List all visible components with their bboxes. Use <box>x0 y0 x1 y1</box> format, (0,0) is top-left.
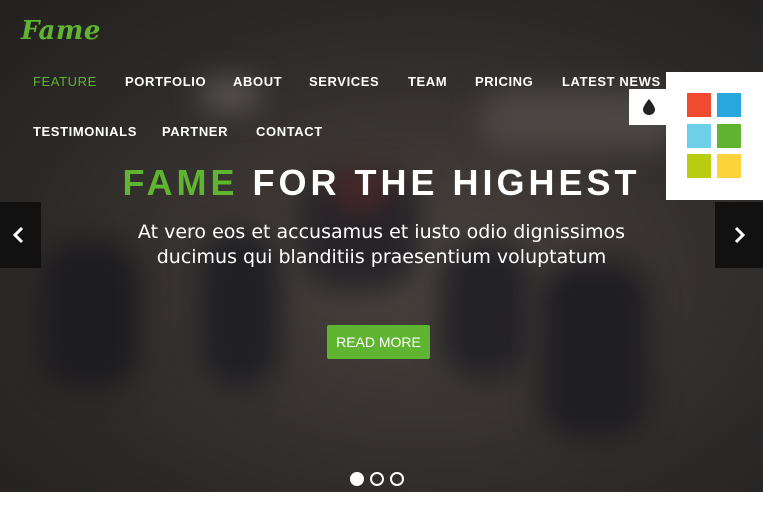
nav-item-team[interactable]: TEAM <box>408 74 447 89</box>
chevron-left-icon <box>12 226 24 244</box>
hero-subtitle-line: At vero eos et accusamus et iusto odio d… <box>137 221 626 243</box>
hero-slider: Fame FEATURE PORTFOLIO ABOUT SERVICES TE… <box>0 0 763 492</box>
read-more-button[interactable]: READ MORE <box>327 325 430 359</box>
slide-dot[interactable] <box>350 472 364 486</box>
color-swatch-green[interactable] <box>717 124 741 148</box>
color-swatch-lime[interactable] <box>687 154 711 178</box>
background-blur <box>540 260 650 440</box>
nav-item-latest-news[interactable]: LATEST NEWS <box>562 74 661 89</box>
color-swatch-blue[interactable] <box>717 93 741 117</box>
color-swatch-red[interactable] <box>687 93 711 117</box>
color-swatch-light-blue[interactable] <box>687 124 711 148</box>
nav-item-portfolio[interactable]: PORTFOLIO <box>125 74 206 89</box>
style-switcher-toggle[interactable] <box>629 89 667 125</box>
slide-dot[interactable] <box>390 472 404 486</box>
nav-item-about[interactable]: ABOUT <box>233 74 282 89</box>
page-below-hero <box>0 492 763 523</box>
nav-item-pricing[interactable]: PRICING <box>475 74 533 89</box>
hero-title-rest: FOR THE HIGHEST <box>252 162 641 203</box>
hero-subtitle-line: ducimus qui blanditiis praesentium volup… <box>156 246 607 268</box>
hero-subtitle: At vero eos et accusamus et iusto odio d… <box>100 220 663 270</box>
nav-item-partner[interactable]: PARTNER <box>162 124 228 139</box>
next-slide-button[interactable] <box>715 202 763 268</box>
prev-slide-button[interactable] <box>0 202 41 268</box>
nav-item-contact[interactable]: CONTACT <box>256 124 323 139</box>
nav-item-feature[interactable]: FEATURE <box>33 74 97 89</box>
nav-item-testimonials[interactable]: TESTIMONIALS <box>33 124 137 139</box>
hero-title-accent: FAME <box>122 162 239 203</box>
nav-item-services[interactable]: SERVICES <box>309 74 379 89</box>
droplet-icon <box>643 99 655 115</box>
chevron-right-icon <box>734 226 746 244</box>
slide-dot[interactable] <box>370 472 384 486</box>
style-switcher-panel <box>666 72 763 200</box>
color-swatch-yellow[interactable] <box>717 154 741 178</box>
hero-title: FAME FOR THE HIGHEST <box>0 162 763 204</box>
site-logo[interactable]: Fame <box>21 16 101 46</box>
